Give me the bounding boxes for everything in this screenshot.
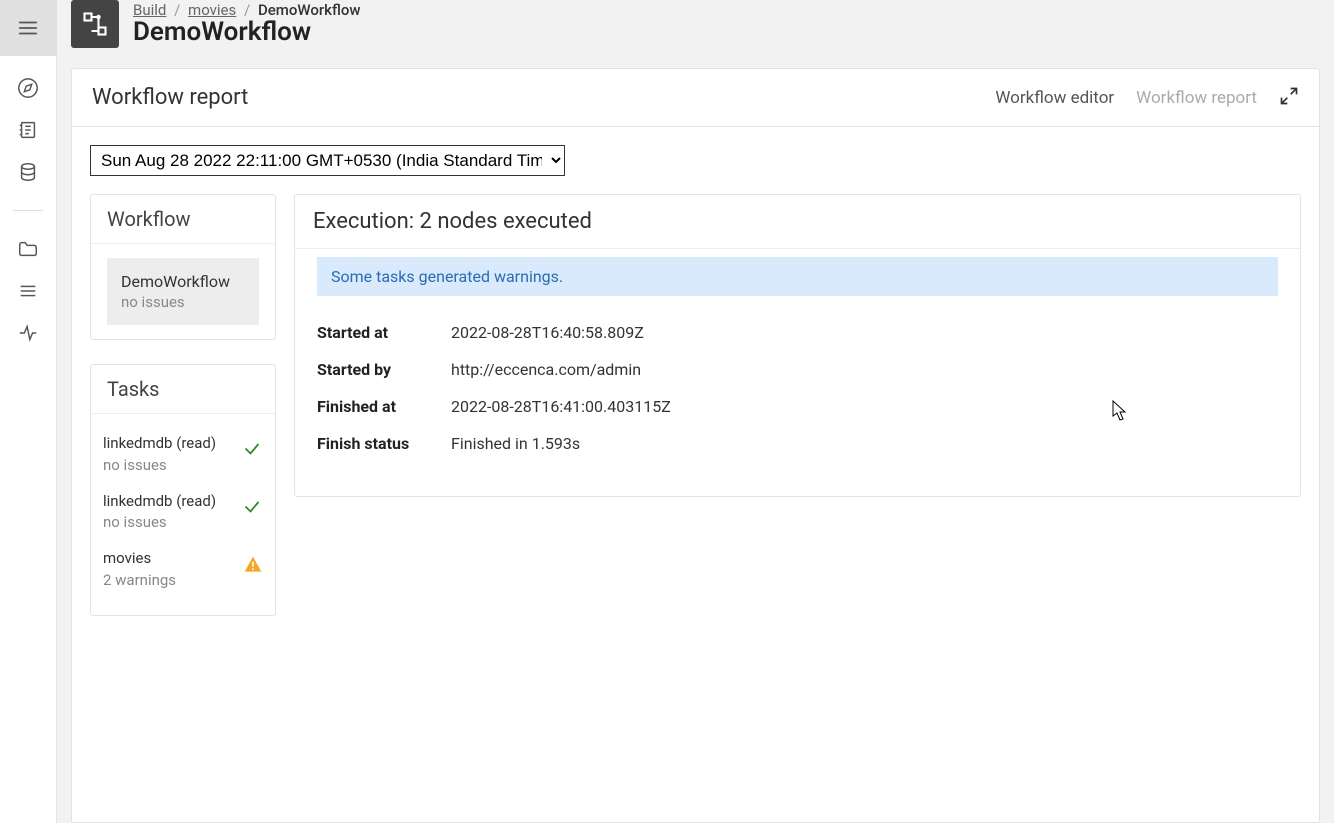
- nav-activity[interactable]: [16, 321, 40, 345]
- task-item[interactable]: movies 2 warnings: [103, 549, 263, 589]
- task-item[interactable]: linkedmdb (read) no issues: [103, 434, 263, 474]
- workflow-panel: Workflow DemoWorkflow no issues: [90, 194, 276, 340]
- nav-folder[interactable]: [16, 237, 40, 261]
- warning-icon: [243, 555, 263, 575]
- report-card: Workflow report Workflow editor Workflow…: [71, 68, 1320, 823]
- nav-compass[interactable]: [16, 76, 40, 100]
- menu-toggle-button[interactable]: [0, 0, 57, 56]
- tab-workflow-editor[interactable]: Workflow editor: [995, 88, 1114, 108]
- kv-finished-at: Finished at 2022-08-28T16:41:00.403115Z: [317, 388, 1278, 425]
- kv-value: http://eccenca.com/admin: [451, 360, 641, 379]
- activity-icon: [17, 322, 39, 344]
- workflow-panel-title: Workflow: [91, 195, 275, 244]
- task-item[interactable]: linkedmdb (read) no issues: [103, 492, 263, 532]
- check-icon: [243, 498, 261, 516]
- nav-notebook[interactable]: [16, 118, 40, 142]
- hamburger-icon: [17, 17, 39, 39]
- nav-separator: [13, 210, 43, 211]
- kv-started-at: Started at 2022-08-28T16:40:58.809Z: [317, 314, 1278, 351]
- kv-label: Started at: [317, 323, 427, 342]
- kv-value: 2022-08-28T16:40:58.809Z: [451, 323, 644, 342]
- kv-started-by: Started by http://eccenca.com/admin: [317, 351, 1278, 388]
- warning-banner: Some tasks generated warnings.: [317, 257, 1278, 296]
- notebook-icon: [17, 119, 39, 141]
- kv-finish-status: Finish status Finished in 1.593s: [317, 425, 1278, 462]
- execution-panel: Execution: 2 nodes executed Some tasks g…: [294, 194, 1301, 497]
- page-title: DemoWorkflow: [133, 17, 360, 47]
- kv-label: Finished at: [317, 397, 427, 416]
- workflow-tile[interactable]: DemoWorkflow no issues: [107, 258, 259, 325]
- workflow-name: DemoWorkflow: [121, 272, 245, 291]
- task-list: linkedmdb (read) no issues l: [91, 414, 275, 615]
- tasks-panel: Tasks linkedmdb (read) no issues: [90, 364, 276, 616]
- check-icon: [243, 440, 261, 458]
- execution-title: Execution: 2 nodes executed: [295, 195, 1300, 249]
- nav-database[interactable]: [16, 160, 40, 184]
- list-icon: [17, 280, 39, 302]
- workflow-status: no issues: [121, 293, 245, 311]
- card-tabs: Workflow editor Workflow report: [995, 86, 1299, 110]
- task-ok-icon: [243, 440, 263, 460]
- task-status: no issues: [103, 456, 235, 474]
- run-timestamp-select[interactable]: Sun Aug 28 2022 22:11:00 GMT+0530 (India…: [90, 145, 565, 176]
- tasks-panel-title: Tasks: [91, 365, 275, 414]
- left-sidebar: [0, 0, 57, 823]
- task-name: linkedmdb (read): [103, 434, 235, 454]
- task-warn-icon: [243, 555, 263, 575]
- card-title: Workflow report: [92, 85, 248, 110]
- kv-label: Started by: [317, 360, 427, 379]
- expand-button[interactable]: [1279, 86, 1299, 110]
- kv-label: Finish status: [317, 434, 427, 453]
- expand-icon: [1279, 86, 1299, 106]
- task-status: no issues: [103, 513, 235, 531]
- database-icon: [17, 161, 39, 183]
- nav-list[interactable]: [16, 279, 40, 303]
- kv-value: 2022-08-28T16:41:00.403115Z: [451, 397, 671, 416]
- kv-value: Finished in 1.593s: [451, 434, 580, 453]
- task-name: linkedmdb (read): [103, 492, 235, 512]
- task-name: movies: [103, 549, 235, 569]
- workflow-badge-icon: [71, 0, 119, 48]
- page-header: Build / movies / DemoWorkflow DemoWorkfl…: [57, 0, 1334, 56]
- mouse-cursor-icon: [1112, 400, 1128, 422]
- folder-icon: [17, 238, 39, 260]
- task-status: 2 warnings: [103, 571, 235, 589]
- task-ok-icon: [243, 498, 263, 518]
- tab-workflow-report[interactable]: Workflow report: [1136, 88, 1257, 108]
- compass-icon: [17, 77, 39, 99]
